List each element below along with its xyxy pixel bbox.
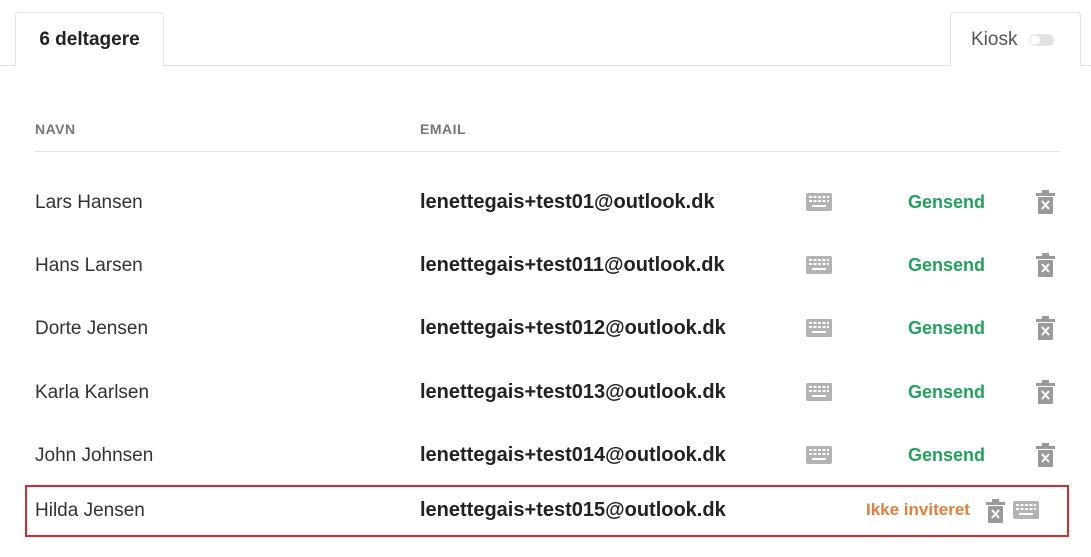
participant-name: John Johnsen bbox=[35, 445, 154, 466]
column-header-email: EMAIL bbox=[420, 121, 467, 137]
kiosk-toggle[interactable] bbox=[1029, 33, 1055, 46]
participant-email: lenettegais+test011@outlook.dk bbox=[420, 254, 725, 276]
tab-kiosk[interactable]: Kiosk bbox=[950, 12, 1081, 67]
keyboard-icon[interactable] bbox=[806, 256, 832, 274]
table-row: Hans Larsen lenettegais+test011@outlook.… bbox=[0, 246, 1091, 286]
participant-name: Hilda Jensen bbox=[35, 500, 145, 521]
tab-bar: 6 deltagere Kiosk bbox=[0, 0, 1091, 67]
participant-email: lenettegais+test014@outlook.dk bbox=[420, 444, 726, 466]
participant-email: lenettegais+test01@outlook.dk bbox=[420, 191, 715, 213]
trash-icon[interactable] bbox=[1036, 380, 1055, 404]
tab-participants[interactable]: 6 deltagere bbox=[15, 12, 164, 67]
table-row: Hilda Jensen lenettegais+test015@outlook… bbox=[0, 491, 1091, 531]
kiosk-label: Kiosk bbox=[971, 28, 1018, 50]
trash-icon[interactable] bbox=[986, 499, 1005, 523]
column-header-name: NAVN bbox=[35, 121, 76, 137]
participant-name: Hans Larsen bbox=[35, 255, 143, 276]
trash-icon[interactable] bbox=[1036, 443, 1055, 467]
keyboard-icon[interactable] bbox=[1013, 501, 1039, 519]
table-row: Dorte Jensen lenettegais+test012@outlook… bbox=[0, 309, 1091, 349]
participant-email: lenettegais+test012@outlook.dk bbox=[420, 317, 726, 339]
table-row: Lars Hansen lenettegais+test01@outlook.d… bbox=[0, 183, 1091, 223]
keyboard-icon[interactable] bbox=[806, 319, 832, 337]
participant-email: lenettegais+test015@outlook.dk bbox=[420, 499, 726, 521]
trash-icon[interactable] bbox=[1036, 190, 1055, 214]
participant-name: Dorte Jensen bbox=[35, 318, 149, 339]
keyboard-icon[interactable] bbox=[806, 446, 832, 464]
resend-button[interactable]: Gensend bbox=[908, 318, 985, 339]
toggle-knob bbox=[1030, 34, 1041, 45]
resend-button[interactable]: Gensend bbox=[908, 192, 985, 213]
resend-button[interactable]: Gensend bbox=[908, 445, 985, 466]
tab-participants-label: 6 deltagere bbox=[39, 28, 140, 50]
keyboard-icon[interactable] bbox=[806, 383, 832, 401]
trash-icon[interactable] bbox=[1036, 253, 1055, 277]
status-not-invited: Ikke inviteret bbox=[866, 500, 970, 519]
participant-name: Lars Hansen bbox=[35, 192, 143, 213]
participant-name: Karla Karlsen bbox=[35, 382, 150, 403]
resend-button[interactable]: Gensend bbox=[908, 255, 985, 276]
table-row: John Johnsen lenettegais+test014@outlook… bbox=[0, 436, 1091, 476]
trash-icon[interactable] bbox=[1036, 316, 1055, 340]
table-header: NAVN EMAIL bbox=[35, 118, 1060, 152]
participant-email: lenettegais+test013@outlook.dk bbox=[420, 381, 726, 403]
resend-button[interactable]: Gensend bbox=[908, 382, 985, 403]
table-row: Karla Karlsen lenettegais+test013@outloo… bbox=[0, 373, 1091, 413]
keyboard-icon[interactable] bbox=[806, 193, 832, 211]
